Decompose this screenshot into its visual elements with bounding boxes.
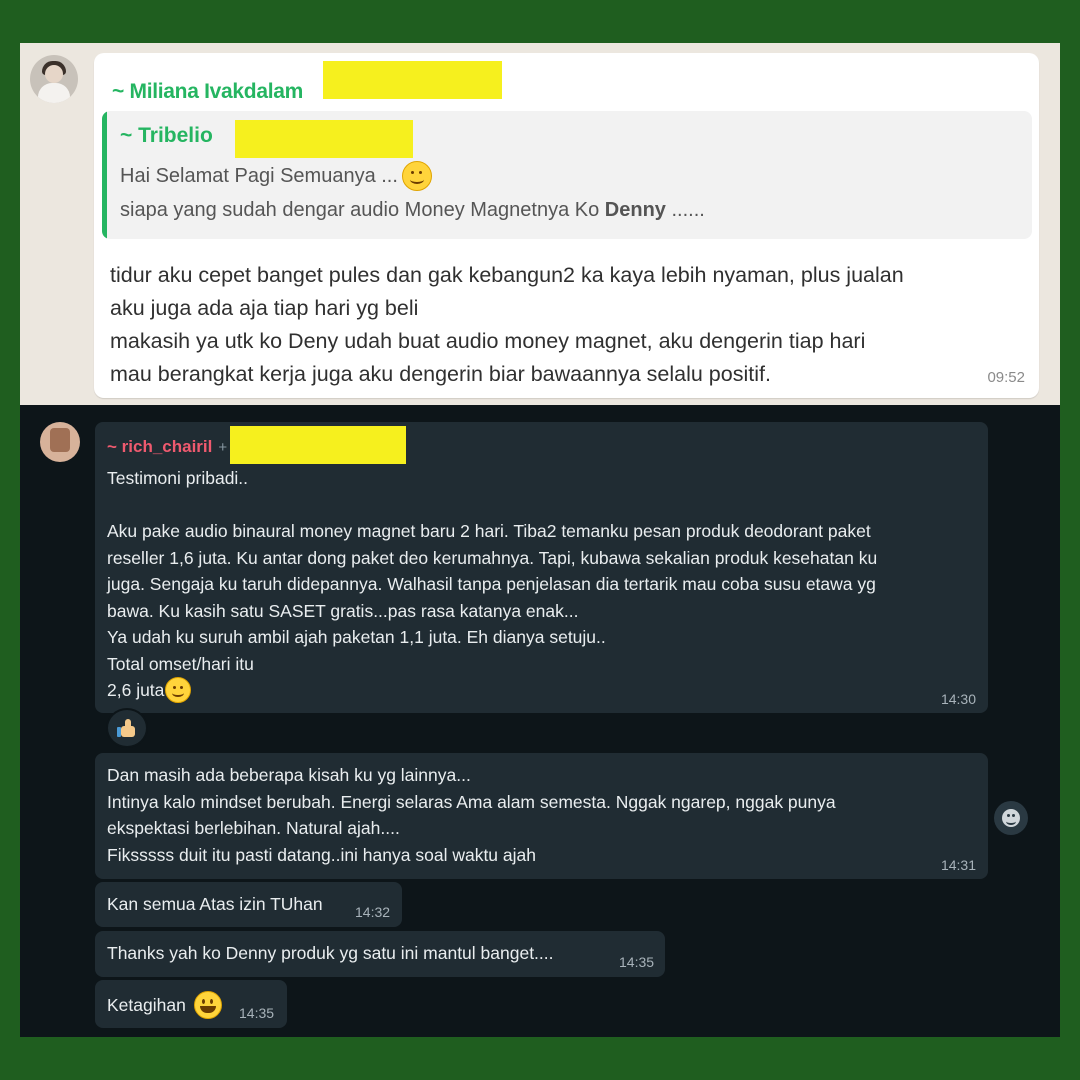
quote-text-line: Hai Selamat Pagi Semuanya ...	[120, 161, 432, 191]
sender-name[interactable]: ~ rich_chairil +	[107, 437, 227, 457]
smiley-icon	[1002, 809, 1020, 827]
redaction-block	[235, 120, 413, 158]
avatar[interactable]	[40, 422, 80, 462]
message-bubble[interactable]: ~ rich_chairil + Testimoni pribadi.. Aku …	[95, 422, 988, 713]
thumbs-up-icon	[117, 718, 137, 738]
redaction-block	[230, 426, 406, 464]
message-text: Ketagihan	[107, 991, 222, 1019]
message-timestamp: 14:35	[619, 954, 655, 970]
message-bubble[interactable]: ~ Miliana Ivakdalam ~ Tribelio Hai Selam…	[94, 53, 1039, 398]
sender-name[interactable]: ~ Miliana Ivakdalam	[112, 80, 303, 104]
quote-text-line: siapa yang sudah dengar audio Money Magn…	[120, 199, 705, 221]
message-bubble[interactable]: Thanks yah ko Denny produk yg satu ini m…	[95, 931, 665, 977]
dark-chat-panel: ~ rich_chairil + Testimoni pribadi.. Aku …	[20, 405, 1060, 1037]
message-bubble[interactable]: Dan masih ada beberapa kisah ku yg lainn…	[95, 753, 988, 879]
message-timestamp: 14:32	[355, 904, 391, 920]
message-bubble[interactable]: Ketagihan 14:35	[95, 980, 287, 1028]
message-timestamp: 14:31	[940, 857, 976, 873]
message-text: Kan semua Atas izin TUhan	[107, 894, 323, 914]
message-timestamp: 14:35	[239, 1005, 275, 1021]
message-text: Thanks yah ko Denny produk yg satu ini m…	[107, 943, 554, 963]
message-bubble[interactable]: Kan semua Atas izin TUhan 14:32	[95, 882, 402, 927]
react-button[interactable]	[994, 801, 1028, 835]
quoted-message[interactable]: ~ Tribelio Hai Selamat Pagi Semuanya ...…	[102, 111, 1032, 239]
message-timestamp: 09:52	[987, 369, 1025, 386]
quote-sender-name: ~ Tribelio	[120, 124, 213, 147]
message-text: Dan masih ada beberapa kisah ku yg lainn…	[107, 765, 836, 865]
quote-accent-bar	[102, 111, 107, 239]
grinning-face-emoji-icon	[193, 991, 222, 1019]
message-timestamp: 14:30	[940, 691, 976, 707]
reaction-badge[interactable]	[106, 708, 148, 748]
smiling-face-emoji-icon	[401, 161, 432, 191]
light-chat-panel: ~ Miliana Ivakdalam ~ Tribelio Hai Selam…	[20, 43, 1060, 405]
redaction-block	[323, 61, 502, 99]
message-text: tidur aku cepet banget pules dan gak keb…	[110, 263, 904, 386]
smiling-face-emoji-icon	[165, 677, 192, 704]
message-text: Testimoni pribadi.. Aku pake audio binau…	[107, 465, 877, 704]
avatar[interactable]	[30, 55, 78, 103]
